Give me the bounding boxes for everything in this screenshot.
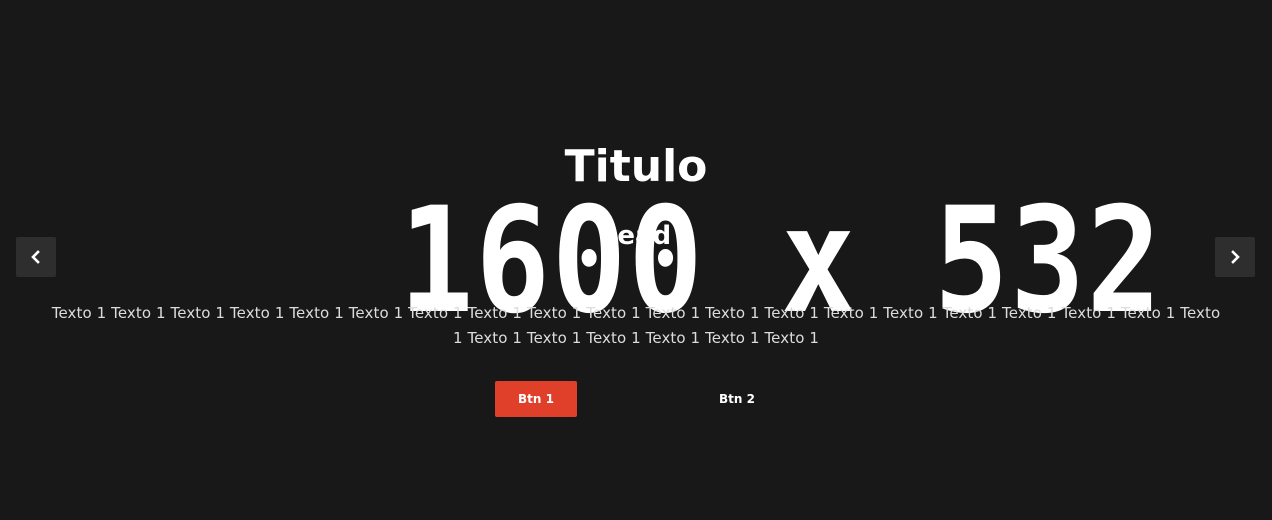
chevron-right-icon: [1231, 250, 1240, 264]
slide-title: Titulo: [564, 141, 708, 192]
btn-2-button[interactable]: Btn 2: [696, 381, 778, 417]
hero-slider: 1600 x 532 Titulo Lead Texto 1 Texto 1 T…: [0, 0, 1272, 520]
chevron-left-icon: [31, 250, 40, 264]
previous-slide-button[interactable]: [16, 237, 56, 277]
slide-body-text: Texto 1 Texto 1 Texto 1 Texto 1 Texto 1 …: [51, 304, 1221, 347]
btn-1-button[interactable]: Btn 1: [495, 381, 577, 417]
slide-lead: Lead: [600, 221, 672, 251]
next-slide-button[interactable]: [1215, 237, 1255, 277]
